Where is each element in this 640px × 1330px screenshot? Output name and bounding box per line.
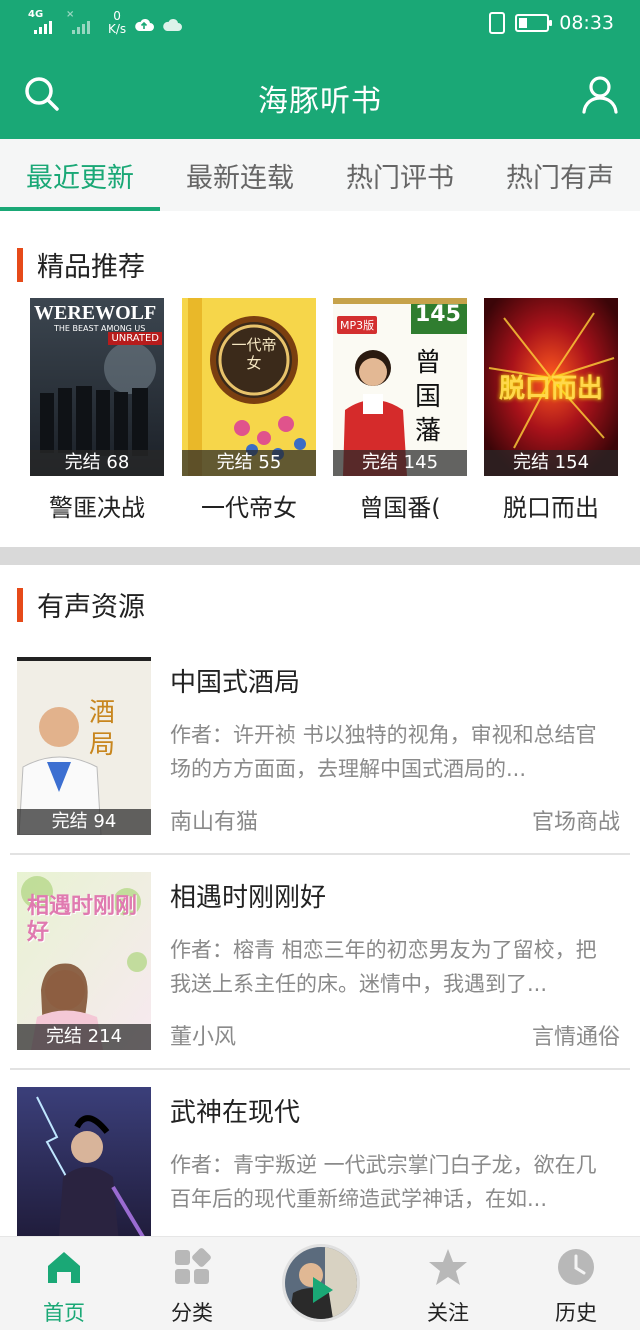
nav-home[interactable]: 首页: [0, 1237, 128, 1330]
genre-tag: 言情通俗: [531, 1025, 620, 1050]
book-cover: 酒局 完结 94: [17, 657, 151, 835]
cover-title: 一代帝女: [231, 336, 277, 372]
book-description: 作者：青宇叛逆 一代武宗掌门白子龙，欲在几百年后的现代重新缔造武学神话，在如..…: [170, 1153, 597, 1211]
battery-icon: [515, 14, 553, 32]
signal-icon: 4G: [28, 10, 58, 34]
cover-tag: UNRATED: [108, 332, 162, 345]
featured-title: 一代帝女: [201, 494, 297, 522]
signal-2-icon: ×: [66, 10, 96, 34]
tab-recent-updates[interactable]: 最近更新: [0, 139, 160, 211]
book-title: 武神在现代: [170, 1098, 301, 1128]
genre-tag: 官场商战: [531, 810, 620, 835]
nav-history[interactable]: 历史: [512, 1237, 640, 1330]
accent-bar: [17, 587, 23, 622]
vibrate-icon: [489, 12, 506, 34]
star-icon: [429, 1249, 467, 1285]
tab-popular-audio[interactable]: 热门有声: [480, 139, 640, 211]
category-tabs: 最近更新 最新连载 热门评书 热门有声: [0, 139, 640, 211]
cloud-icon: [163, 18, 183, 31]
featured-heading: 精品推荐: [17, 245, 145, 284]
narrator: 董小风: [170, 1025, 237, 1050]
book-cover: 一代帝女 完结 55: [182, 298, 316, 476]
status-badge: 完结 154: [484, 450, 618, 476]
app-title: 海豚听书: [258, 84, 382, 119]
top-bar: 4G × 0 K/s 08:33 海豚听书: [0, 0, 640, 139]
cover-tag: MP3版: [337, 316, 378, 334]
now-playing-button[interactable]: [282, 1244, 360, 1322]
clock-time: 08:33: [559, 12, 614, 34]
status-badge: 完结 214: [17, 1024, 151, 1050]
book-cover: 脱口而出 完结 154: [484, 298, 618, 476]
nav-follow[interactable]: 关注: [384, 1237, 512, 1330]
featured-row: WEREWOLF THE BEAST AMONG US UNRATED 完结 6…: [0, 298, 640, 528]
book-cover: MP3版 145 曾国藩 完结 145: [333, 298, 467, 476]
featured-item[interactable]: 一代帝女 完结 55 一代帝女: [182, 298, 316, 523]
cover-title: 相遇时刚刚好: [27, 894, 138, 945]
cover-number: 145: [415, 302, 461, 327]
cloud-upload-icon: [135, 18, 155, 31]
featured-title: 警匪决战: [49, 494, 145, 522]
accent-bar: [17, 247, 23, 282]
narrator: 南山有猫: [170, 810, 259, 835]
featured-title: 脱口而出: [503, 494, 599, 522]
home-icon: [48, 1252, 80, 1283]
nav-category[interactable]: 分类: [128, 1237, 256, 1330]
tab-popular-storytelling[interactable]: 热门评书: [320, 139, 480, 211]
status-badge: 完结 55: [182, 450, 316, 476]
audio-heading-label: 有声资源: [37, 592, 145, 623]
network-speed: 0 K/s: [108, 9, 127, 36]
book-title: 相遇时刚刚好: [170, 883, 327, 913]
tab-new-serials[interactable]: 最新连载: [160, 139, 320, 211]
category-icon: [175, 1248, 211, 1284]
book-cover: WEREWOLF THE BEAST AMONG US UNRATED 完结 6…: [30, 298, 164, 476]
featured-title: 曾国番(: [359, 494, 441, 522]
cover-title: WEREWOLF: [34, 302, 157, 324]
cover-title: 脱口而出: [498, 374, 603, 404]
audio-heading: 有声资源: [17, 585, 145, 624]
app-bar: 海豚听书: [0, 52, 640, 139]
cover-title: 酒局: [89, 698, 116, 760]
now-playing-cover: [285, 1247, 357, 1319]
book-cover: 相遇时刚刚好 完结 214: [17, 872, 151, 1050]
status-badge: 完结 145: [333, 450, 467, 476]
status-badge: 完结 94: [17, 809, 151, 835]
nav-label: 分类: [171, 1301, 213, 1325]
nav-label: 关注: [427, 1301, 469, 1325]
featured-item[interactable]: MP3版 145 曾国藩 完结 145 曾国番(: [333, 298, 467, 523]
cover-title: 曾国藩: [415, 348, 442, 446]
user-icon[interactable]: [580, 74, 620, 114]
nav-label: 首页: [43, 1301, 85, 1325]
list-item[interactable]: 相遇时刚刚好 完结 214 相遇时刚刚好 作者：榕青 相恋三年的初恋男友为了留校…: [0, 855, 640, 1070]
featured-item[interactable]: 脱口而出 完结 154 脱口而出: [484, 298, 618, 523]
book-description: 作者：榕青 相恋三年的初恋男友为了留校，把我送上系主任的床。迷情中，我遇到了..…: [170, 938, 597, 996]
featured-heading-label: 精品推荐: [37, 252, 145, 283]
status-bar: 4G × 0 K/s 08:33: [0, 0, 640, 52]
featured-item[interactable]: WEREWOLF THE BEAST AMONG US UNRATED 完结 6…: [30, 298, 164, 523]
list-item[interactable]: 酒局 完结 94 中国式酒局 作者：许开祯 书以独特的视角，审视和总结官场的方方…: [0, 640, 640, 855]
nav-label: 历史: [555, 1301, 597, 1325]
clock-icon: [558, 1249, 594, 1285]
status-badge: 完结 68: [30, 450, 164, 476]
book-description: 作者：许开祯 书以独特的视角，审视和总结官场的方方面面，去理解中国式酒局的...: [170, 723, 597, 781]
book-title: 中国式酒局: [170, 668, 301, 698]
section-divider: [0, 547, 640, 565]
